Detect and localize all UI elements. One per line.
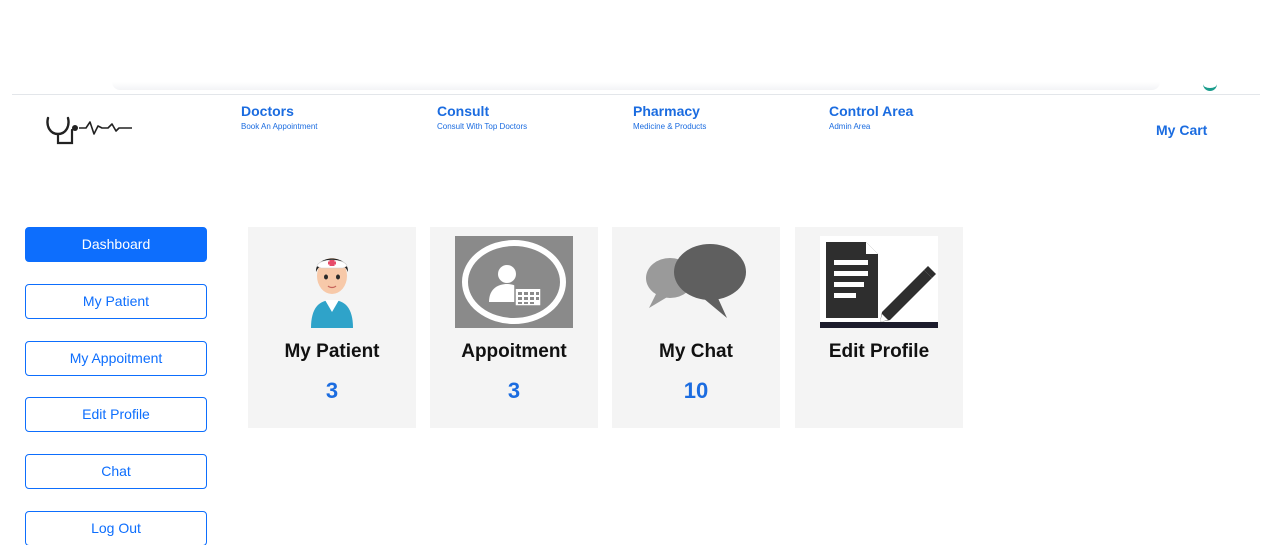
sidebar-log-out-button[interactable]: Log Out [25,511,207,545]
nurse-avatar-icon [273,236,391,328]
edit-profile-card[interactable]: Edit Profile [795,227,963,428]
sidebar-edit-profile-button[interactable]: Edit Profile [25,397,207,432]
nav-pharmacy-title: Pharmacy [633,103,700,119]
nav-control-area-title: Control Area [829,103,914,119]
top-strip [112,82,1160,90]
my-chat-count: 10 [683,378,709,403]
my-patient-count: 3 [325,378,339,403]
sidebar-my-patient-button[interactable]: My Patient [25,284,207,319]
sidebar-chat-button[interactable]: Chat [25,454,207,489]
my-patient-card-title: My Patient [284,341,380,362]
my-patient-card[interactable]: My Patient 3 [248,227,416,428]
nav-pharmacy-subtitle: Medicine & Products [633,122,707,131]
edit-document-icon [820,236,938,328]
nav-control-area-subtitle: Admin Area [829,122,871,131]
sidebar-dashboard-button[interactable]: Dashboard [25,227,207,262]
page: Doctors Book An Appointment Consult Cons… [0,0,1263,545]
nav-doctors-title: Doctors [241,103,294,119]
appointment-card[interactable]: Appoitment 3 [430,227,598,428]
nav-doctors-subtitle: Book An Appointment [241,122,318,131]
nav-doctors[interactable]: Doctors Book An Appointment [241,104,318,131]
my-cart-link[interactable]: My Cart [1156,122,1207,138]
appointment-calendar-icon [455,236,573,328]
header-divider [12,94,1260,95]
edit-profile-card-title: Edit Profile [828,341,930,362]
my-chat-card-title: My Chat [659,341,733,362]
nav-control-area[interactable]: Control Area Admin Area [829,104,913,131]
appointment-card-title: Appoitment [461,341,567,362]
nav-consult[interactable]: Consult Consult With Top Doctors [437,104,527,131]
nav-consult-subtitle: Consult With Top Doctors [437,122,528,131]
corner-mark [1203,82,1217,91]
stethoscope-heartbeat-icon[interactable] [44,110,154,146]
chat-bubbles-icon [637,236,755,328]
nav-pharmacy[interactable]: Pharmacy Medicine & Products [633,104,706,131]
my-chat-card[interactable]: My Chat 10 [612,227,780,428]
sidebar-my-appointment-button[interactable]: My Appoitment [25,341,207,376]
nav-consult-title: Consult [437,103,490,119]
appointment-count: 3 [507,378,521,403]
